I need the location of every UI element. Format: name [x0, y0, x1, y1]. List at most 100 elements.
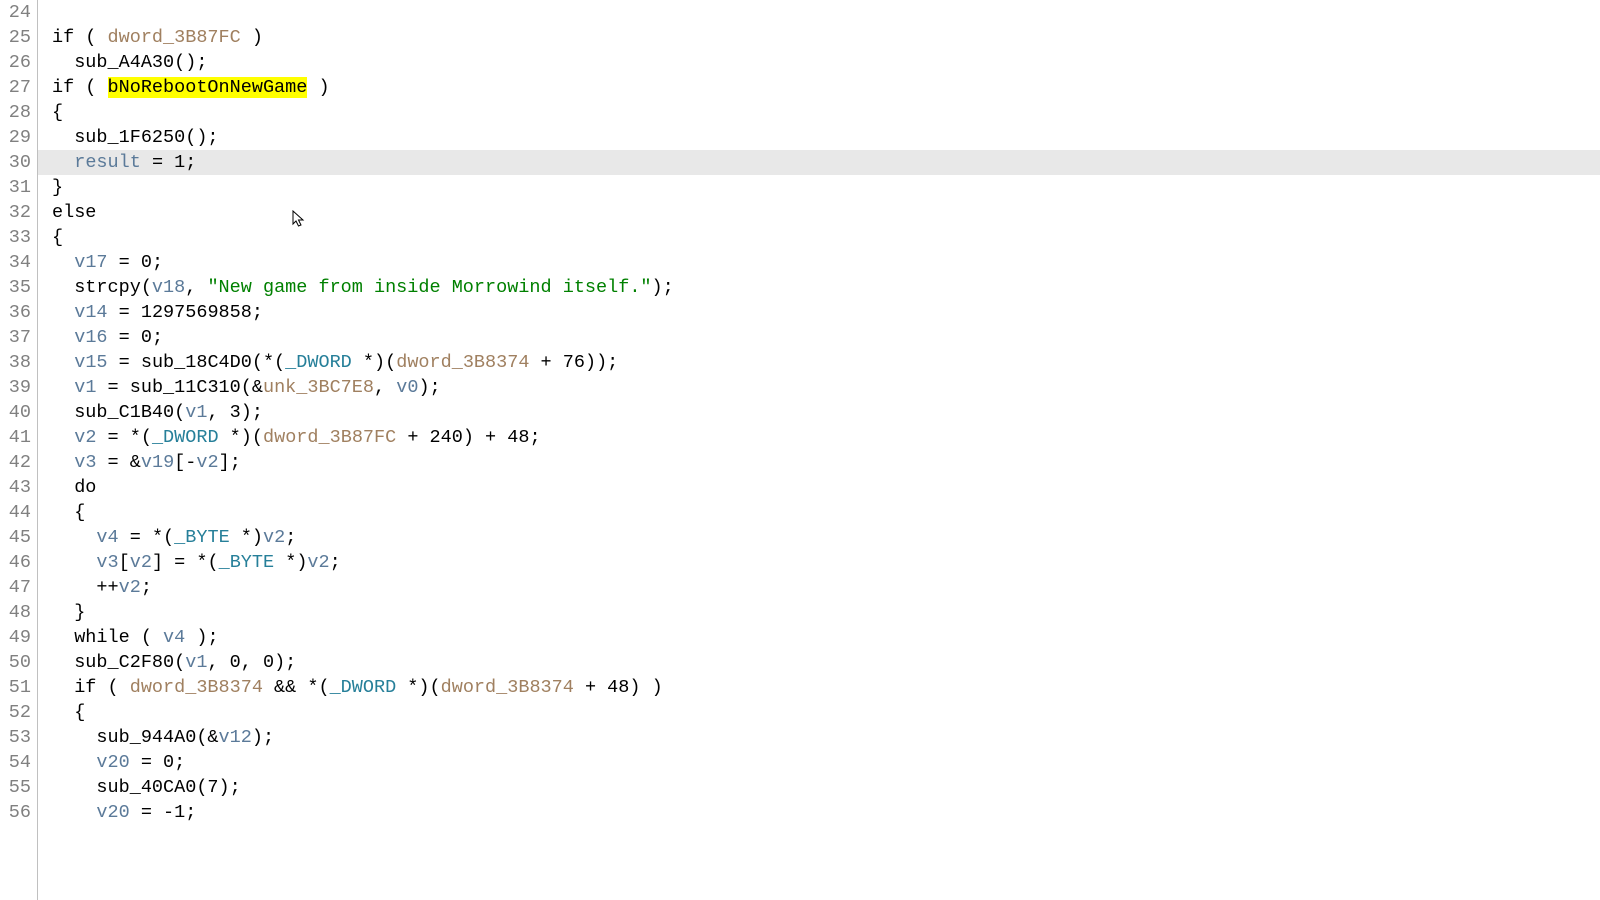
- token-plain[interactable]: = -1;: [130, 802, 197, 823]
- code-line[interactable]: sub_944A0(&v12);: [38, 725, 1600, 750]
- token-variable[interactable]: v1: [185, 652, 207, 673]
- token-type[interactable]: _DWORD: [330, 677, 397, 698]
- token-plain[interactable]: sub_40CA0(7);: [52, 777, 241, 798]
- code-line[interactable]: {: [38, 225, 1600, 250]
- token-plain[interactable]: , 3);: [207, 402, 263, 423]
- token-plain[interactable]: }: [52, 177, 63, 198]
- token-plain[interactable]: = *(: [119, 527, 175, 548]
- token-plain[interactable]: = 0;: [130, 752, 186, 773]
- code-line[interactable]: if ( dword_3B87FC ): [38, 25, 1600, 50]
- token-plain[interactable]: *)(: [352, 352, 396, 373]
- token-plain[interactable]: {: [52, 502, 85, 523]
- token-variable[interactable]: v3: [96, 552, 118, 573]
- token-plain[interactable]: if (: [52, 77, 108, 98]
- token-highlight[interactable]: bNoRebootOnNewGame: [108, 77, 308, 98]
- token-plain[interactable]: if (: [52, 27, 108, 48]
- token-plain[interactable]: + 76));: [529, 352, 618, 373]
- token-plain[interactable]: [52, 377, 74, 398]
- token-plain[interactable]: [52, 252, 74, 273]
- token-variable[interactable]: v0: [396, 377, 418, 398]
- token-plain[interactable]: = sub_18C4D0(*(: [108, 352, 286, 373]
- token-plain[interactable]: {: [52, 227, 63, 248]
- token-plain[interactable]: [52, 352, 74, 373]
- code-line[interactable]: ++v2;: [38, 575, 1600, 600]
- token-plain[interactable]: sub_944A0(&: [52, 727, 219, 748]
- code-line[interactable]: v20 = -1;: [38, 800, 1600, 825]
- code-line[interactable]: sub_C1B40(v1, 3);: [38, 400, 1600, 425]
- code-line[interactable]: if ( dword_3B8374 && *(_DWORD *)(dword_3…: [38, 675, 1600, 700]
- token-plain[interactable]: }: [52, 602, 85, 623]
- code-area[interactable]: if ( dword_3B87FC ) sub_A4A30();if ( bNo…: [38, 0, 1600, 900]
- token-plain[interactable]: [52, 752, 96, 773]
- token-variable[interactable]: v4: [163, 627, 185, 648]
- code-line[interactable]: v4 = *(_BYTE *)v2;: [38, 525, 1600, 550]
- token-plain[interactable]: + 48) ): [574, 677, 663, 698]
- token-plain[interactable]: if (: [52, 677, 130, 698]
- token-plain[interactable]: *)(: [219, 427, 263, 448]
- token-variable[interactable]: v2: [307, 552, 329, 573]
- token-variable[interactable]: v1: [185, 402, 207, 423]
- token-plain[interactable]: do: [52, 477, 96, 498]
- code-line[interactable]: {: [38, 100, 1600, 125]
- token-plain[interactable]: = 0;: [108, 252, 164, 273]
- token-plain[interactable]: strcpy(: [52, 277, 152, 298]
- token-plain[interactable]: *): [274, 552, 307, 573]
- token-variable[interactable]: v2: [196, 452, 218, 473]
- token-variable[interactable]: v20: [96, 752, 129, 773]
- code-line[interactable]: result = 1;: [38, 150, 1600, 175]
- token-plain[interactable]: = *(: [96, 427, 152, 448]
- token-plain[interactable]: ;: [330, 552, 341, 573]
- code-line[interactable]: {: [38, 700, 1600, 725]
- token-plain[interactable]: );: [652, 277, 674, 298]
- token-plain[interactable]: [52, 452, 74, 473]
- token-plain[interactable]: sub_A4A30();: [52, 52, 207, 73]
- token-plain[interactable]: sub_C1B40(: [52, 402, 185, 423]
- code-line[interactable]: v17 = 0;: [38, 250, 1600, 275]
- token-plain[interactable]: [52, 302, 74, 323]
- token-type[interactable]: _DWORD: [152, 427, 219, 448]
- token-plain[interactable]: ): [307, 77, 329, 98]
- token-variable[interactable]: v14: [74, 302, 107, 323]
- code-line[interactable]: }: [38, 175, 1600, 200]
- token-plain[interactable]: [-: [174, 452, 196, 473]
- token-variable[interactable]: v17: [74, 252, 107, 273]
- token-globalvar[interactable]: dword_3B8374: [130, 677, 263, 698]
- token-plain[interactable]: ];: [219, 452, 241, 473]
- token-plain[interactable]: = sub_11C310(&: [96, 377, 263, 398]
- token-variable[interactable]: v19: [141, 452, 174, 473]
- token-plain[interactable]: [52, 552, 96, 573]
- token-plain[interactable]: , 0, 0);: [207, 652, 296, 673]
- token-plain[interactable]: sub_C2F80(: [52, 652, 185, 673]
- token-plain[interactable]: ): [241, 27, 263, 48]
- code-line[interactable]: do: [38, 475, 1600, 500]
- token-plain[interactable]: = 1297569858;: [108, 302, 263, 323]
- token-globalvar[interactable]: dword_3B8374: [396, 352, 529, 373]
- token-plain[interactable]: ] = *(: [152, 552, 219, 573]
- token-plain[interactable]: {: [52, 702, 85, 723]
- code-line[interactable]: v20 = 0;: [38, 750, 1600, 775]
- code-line[interactable]: v15 = sub_18C4D0(*(_DWORD *)(dword_3B837…: [38, 350, 1600, 375]
- code-line[interactable]: v3[v2] = *(_BYTE *)v2;: [38, 550, 1600, 575]
- token-plain[interactable]: && *(: [263, 677, 330, 698]
- code-line[interactable]: }: [38, 600, 1600, 625]
- token-variable[interactable]: v20: [96, 802, 129, 823]
- code-line[interactable]: while ( v4 );: [38, 625, 1600, 650]
- token-plain[interactable]: [52, 802, 96, 823]
- token-plain[interactable]: [52, 152, 74, 173]
- code-line[interactable]: sub_40CA0(7);: [38, 775, 1600, 800]
- token-variable[interactable]: v3: [74, 452, 96, 473]
- code-line[interactable]: sub_A4A30();: [38, 50, 1600, 75]
- token-plain[interactable]: ++: [52, 577, 119, 598]
- code-line[interactable]: if ( bNoRebootOnNewGame ): [38, 75, 1600, 100]
- token-plain[interactable]: = 1;: [141, 152, 197, 173]
- token-plain[interactable]: ,: [374, 377, 396, 398]
- token-globalvar[interactable]: dword_3B87FC: [263, 427, 396, 448]
- token-variable[interactable]: v2: [74, 427, 96, 448]
- token-variable[interactable]: v18: [152, 277, 185, 298]
- token-variable[interactable]: v4: [96, 527, 118, 548]
- token-plain[interactable]: *): [230, 527, 263, 548]
- token-plain[interactable]: );: [418, 377, 440, 398]
- token-plain[interactable]: = &: [96, 452, 140, 473]
- token-variable[interactable]: v12: [219, 727, 252, 748]
- code-line[interactable]: v3 = &v19[-v2];: [38, 450, 1600, 475]
